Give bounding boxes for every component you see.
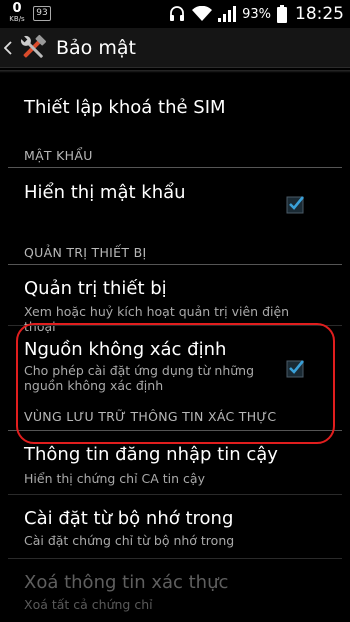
list-item-subtitle: Hiển thị chứng chỉ CA tin cậy [24, 471, 205, 486]
list-item-title: Cài đặt từ bộ nhớ trong [24, 508, 234, 529]
section-header-device-admin: QUẢN TRỊ THIẾT BỊ [24, 245, 147, 260]
list-item-title: Thông tin đăng nhập tin cậy [24, 444, 278, 465]
wifi-icon [192, 6, 213, 21]
network-speed: 0 KB/s [4, 2, 30, 23]
show-password-checkbox[interactable] [286, 194, 306, 214]
list-item-clear-credentials: Xoá thông tin xác thực Xoá tất cả chứng … [0, 560, 350, 622]
list-item-install-from-storage[interactable]: Cài đặt từ bộ nhớ trong Cài đặt chứng ch… [0, 496, 350, 556]
list-item-subtitle: Cài đặt chứng chỉ từ bộ nhớ trong [24, 533, 235, 548]
list-item-title: Hiển thị mật khẩu [24, 182, 186, 203]
notification-badge: 93 [33, 6, 51, 21]
list-item-subtitle: Xoá tất cả chứng chỉ [24, 597, 153, 612]
network-speed-unit: KB/s [9, 15, 25, 23]
headset-icon [170, 6, 185, 21]
battery-percent: 93% [242, 6, 271, 22]
list-item-title: Thiết lập khoá thẻ SIM [24, 97, 226, 118]
tools-icon[interactable] [16, 31, 50, 65]
status-bar: 0 KB/s 93 93% 18:25 [0, 0, 350, 28]
network-speed-value: 0 [12, 1, 22, 16]
list-item-title: Quản trị thiết bị [24, 278, 167, 299]
list-divider [8, 494, 342, 495]
list-item-sim-lock[interactable]: Thiết lập khoá thẻ SIM [0, 72, 350, 142]
signal-icon [218, 6, 237, 22]
chevron-left-icon[interactable] [2, 40, 14, 55]
annotation-highlight-outline [16, 323, 335, 444]
list-item-device-admins[interactable]: Quản trị thiết bị Xem hoặc huỷ kích hoạt… [0, 266, 350, 334]
list-item-title: Xoá thông tin xác thực [24, 572, 229, 593]
status-icons: 93% 18:25 [168, 3, 344, 25]
list-item-show-password[interactable]: Hiển thị mật khẩu [0, 168, 350, 218]
section-divider [8, 264, 342, 265]
section-header-passwords: MẬT KHẨU [24, 148, 93, 163]
list-item-trusted-credentials[interactable]: Thông tin đăng nhập tin cậy Hiển thị chứ… [0, 432, 350, 492]
page-title: Bảo mật [56, 36, 136, 59]
clock: 18:25 [295, 4, 344, 24]
action-bar: Bảo mật [0, 28, 350, 68]
list-divider [8, 558, 342, 559]
battery-icon [277, 5, 287, 23]
